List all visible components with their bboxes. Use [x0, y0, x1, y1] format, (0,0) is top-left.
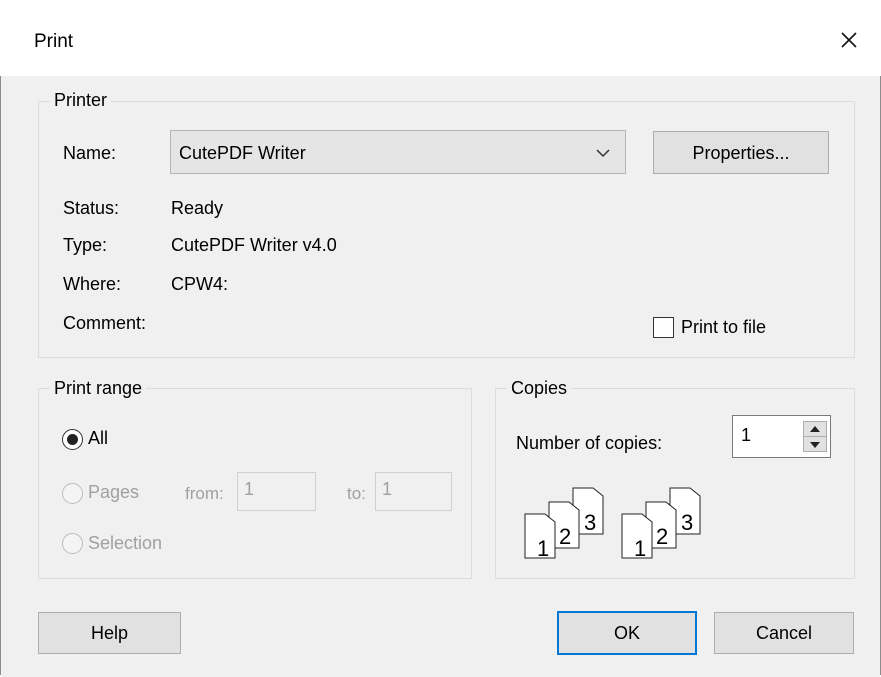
print-range-group-label: Print range [50, 378, 147, 399]
status-value: Ready [171, 198, 224, 218]
where-value: CPW4: [171, 274, 229, 294]
where-label: Where: [63, 274, 122, 294]
printer-name-value: CutePDF Writer [179, 143, 306, 163]
chevron-down-icon [595, 145, 611, 161]
selection-radio[interactable] [62, 533, 83, 554]
collate-pages-icon-2: 3 2 1 [620, 486, 710, 561]
to-page-input[interactable]: 1 [375, 472, 452, 511]
print-to-file-label[interactable]: Print to file [681, 317, 766, 338]
pages-radio-label[interactable]: Pages [88, 482, 139, 503]
type-value: CutePDF Writer v4.0 [171, 235, 337, 255]
type-label: Type: [63, 235, 108, 255]
collate-pages-icon: 3 2 1 [523, 486, 613, 561]
number-of-copies-value: 1 [741, 425, 752, 445]
collate-digit-2: 2 [559, 524, 571, 549]
collate-digit-2b: 2 [656, 524, 668, 549]
from-page-input[interactable]: 1 [237, 472, 316, 511]
spin-down-icon[interactable] [810, 442, 820, 448]
ok-button[interactable]: OK [557, 611, 697, 655]
pages-radio[interactable] [62, 483, 83, 504]
printer-name-select[interactable]: CutePDF Writer [170, 130, 626, 174]
cancel-button[interactable]: Cancel [714, 612, 854, 654]
collate-digit-3: 3 [584, 510, 596, 535]
from-page-value: 1 [244, 479, 255, 499]
to-label: to: [347, 484, 366, 503]
to-page-value: 1 [382, 479, 393, 499]
spin-up-icon[interactable] [810, 426, 820, 432]
properties-button[interactable]: Properties... [653, 131, 829, 174]
all-radio-label[interactable]: All [88, 428, 108, 449]
number-of-copies-input[interactable]: 1 [732, 415, 831, 458]
copies-group-label: Copies [507, 378, 572, 399]
dialog-title: Print [34, 31, 74, 52]
comment-label: Comment: [63, 313, 147, 333]
ok-button-label: OK [613, 623, 640, 643]
close-icon[interactable] [833, 24, 865, 56]
name-label: Name: [63, 143, 117, 163]
all-radio[interactable] [62, 429, 83, 450]
help-button[interactable]: Help [38, 612, 181, 654]
from-label: from: [185, 484, 224, 503]
printer-group-label: Printer [50, 90, 112, 111]
cancel-button-label: Cancel [755, 623, 813, 643]
collate-digit-1: 1 [537, 536, 549, 560]
title-bar: Print [0, 0, 881, 76]
selection-radio-label[interactable]: Selection [88, 533, 162, 554]
number-of-copies-label: Number of copies: [516, 433, 663, 453]
collate-digit-1b: 1 [634, 536, 646, 560]
collate-digit-3b: 3 [681, 510, 693, 535]
help-button-label: Help [90, 623, 129, 643]
print-to-file-checkbox[interactable] [653, 317, 674, 338]
status-label: Status: [63, 198, 120, 218]
properties-button-label: Properties... [692, 143, 790, 163]
copies-spinner[interactable] [803, 421, 827, 452]
